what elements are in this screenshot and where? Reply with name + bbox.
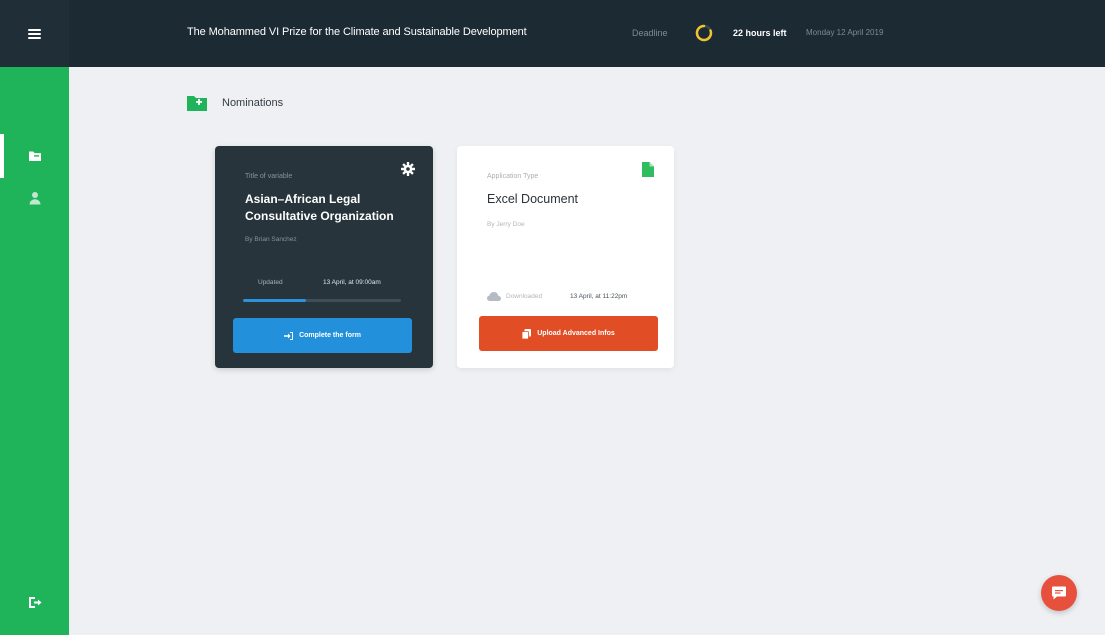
deadline-progress-ring-icon <box>695 24 713 42</box>
folder-plus-icon <box>187 96 207 111</box>
logout-button[interactable] <box>0 580 69 624</box>
updated-label: Updated <box>258 279 283 286</box>
chat-bubble-icon <box>1052 586 1066 600</box>
hours-left: 22 hours left <box>733 28 787 38</box>
logout-icon <box>28 596 41 608</box>
card-title: Asian–African Legal Consultative Organiz… <box>245 192 394 223</box>
card-eyebrow: Application Type <box>487 173 539 180</box>
card-eyebrow: Title of variable <box>245 173 293 180</box>
card-byline: By Jerry Doe <box>487 221 525 228</box>
nomination-card: Title of variable Asian–African Legal Co… <box>215 146 433 368</box>
document-card: Application Type Excel Document By Jerry… <box>457 146 674 368</box>
gear-icon[interactable] <box>401 162 415 176</box>
cloud-icon <box>487 292 501 301</box>
section-title: Nominations <box>222 97 284 109</box>
card-byline: By Brian Sanchez <box>245 236 297 243</box>
hamburger-menu-icon[interactable] <box>28 28 41 39</box>
sidebar <box>0 0 69 635</box>
file-icon <box>642 162 654 177</box>
downloaded-value: 13 April, at 11:22pm <box>570 293 628 300</box>
page-title: The Mohammed VI Prize for the Climate an… <box>187 26 527 38</box>
updated-value: 13 April, at 09:00am <box>323 279 381 286</box>
upload-advanced-infos-button[interactable]: Upload Advanced Infos <box>479 316 658 351</box>
user-icon <box>29 192 40 205</box>
card-title: Excel Document <box>487 192 579 206</box>
upload-advanced-infos-label: Upload Advanced Infos <box>537 330 615 337</box>
complete-form-label: Complete the form <box>299 332 361 339</box>
sign-in-icon <box>284 331 294 340</box>
copy-icon <box>522 328 532 339</box>
deadline-date: Monday 12 April 2019 <box>806 28 884 37</box>
top-header: The Mohammed VI Prize for the Climate an… <box>69 0 1105 67</box>
complete-form-button[interactable]: Complete the form <box>233 318 412 353</box>
progress-fill <box>243 299 307 302</box>
chat-button[interactable] <box>1041 575 1077 611</box>
sidebar-item-nominations[interactable] <box>0 134 69 178</box>
downloaded-label: Downloaded <box>506 293 543 300</box>
deadline-label: Deadline <box>632 28 668 38</box>
progress-bar <box>243 299 401 302</box>
folder-icon <box>28 151 41 161</box>
sidebar-item-profile[interactable] <box>0 176 69 220</box>
sidebar-menu-toggle[interactable] <box>0 0 69 67</box>
